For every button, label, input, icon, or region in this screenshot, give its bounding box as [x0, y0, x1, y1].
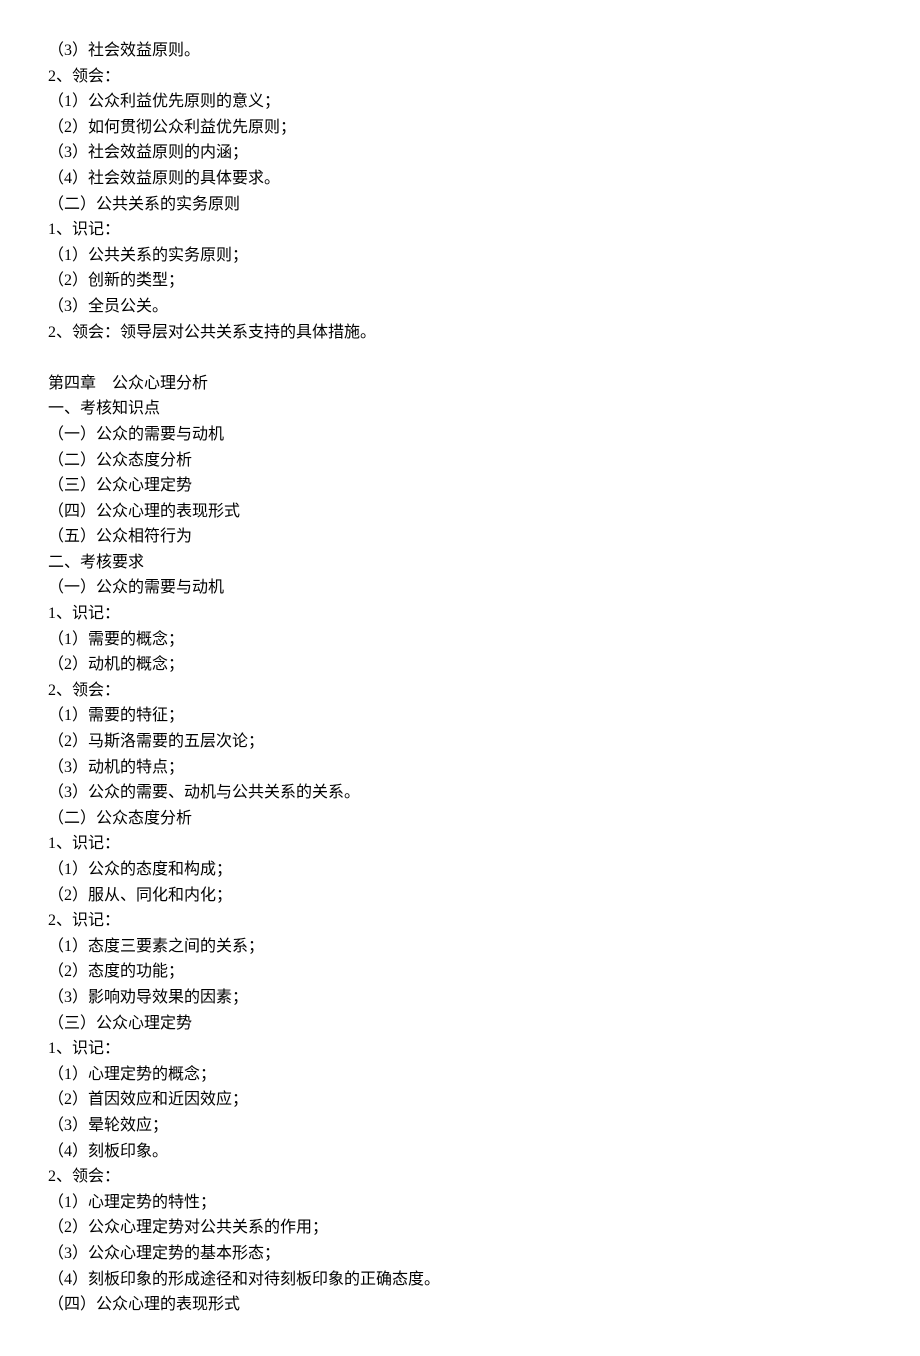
text-line: （3）晕轮效应； — [48, 1113, 872, 1139]
text-line: （2）动机的概念； — [48, 652, 872, 678]
text-line: （三）公众心理定势 — [48, 473, 872, 499]
text-line: （二）公众态度分析 — [48, 806, 872, 832]
text-line: （三）公众心理定势 — [48, 1011, 872, 1037]
text-line: 1、识记： — [48, 1036, 872, 1062]
text-line: （3）动机的特点； — [48, 755, 872, 781]
text-line: （3）公众心理定势的基本形态； — [48, 1241, 872, 1267]
text-line: （4）刻板印象。 — [48, 1139, 872, 1165]
text-line: 二、考核要求 — [48, 550, 872, 576]
text-line: 1、识记： — [48, 831, 872, 857]
text-line: （1）公共关系的实务原则； — [48, 243, 872, 269]
text-line: （3）公众的需要、动机与公共关系的关系。 — [48, 780, 872, 806]
text-line: 一、考核知识点 — [48, 396, 872, 422]
text-line: （二）公共关系的实务原则 — [48, 192, 872, 218]
text-line: （2）公众心理定势对公共关系的作用； — [48, 1215, 872, 1241]
text-line: （3）社会效益原则。 — [48, 38, 872, 64]
text-line: （四）公众心理的表现形式 — [48, 1292, 872, 1318]
text-line: （1）态度三要素之间的关系； — [48, 934, 872, 960]
text-line: （1）心理定势的概念； — [48, 1062, 872, 1088]
text-line: （3）影响劝导效果的因素； — [48, 985, 872, 1011]
text-line: （4）刻板印象的形成途径和对待刻板印象的正确态度。 — [48, 1267, 872, 1293]
text-line: （1）需要的概念； — [48, 627, 872, 653]
text-line: （五）公众相符行为 — [48, 524, 872, 550]
text-line: （二）公众态度分析 — [48, 448, 872, 474]
text-line: 2、领会： — [48, 678, 872, 704]
text-line: （一）公众的需要与动机 — [48, 422, 872, 448]
text-line: （1）公众利益优先原则的意义； — [48, 89, 872, 115]
text-line: （3）全员公关。 — [48, 294, 872, 320]
text-line: （1）心理定势的特性； — [48, 1190, 872, 1216]
text-line: 1、识记： — [48, 217, 872, 243]
text-line: （2）首因效应和近因效应； — [48, 1087, 872, 1113]
text-line: 2、领会： — [48, 64, 872, 90]
text-line: （1）需要的特征； — [48, 703, 872, 729]
text-line: （四）公众心理的表现形式 — [48, 499, 872, 525]
blank-line — [48, 345, 872, 371]
text-line: 1、识记： — [48, 601, 872, 627]
text-line: （一）公众的需要与动机 — [48, 575, 872, 601]
text-line: （2）创新的类型； — [48, 268, 872, 294]
text-line: （2）态度的功能； — [48, 959, 872, 985]
text-line: （2）如何贯彻公众利益优先原则； — [48, 115, 872, 141]
text-line: （1）公众的态度和构成； — [48, 857, 872, 883]
text-line: 2、领会：领导层对公共关系支持的具体措施。 — [48, 320, 872, 346]
text-line: （2）服从、同化和内化； — [48, 883, 872, 909]
document-body: （3）社会效益原则。2、领会：（1）公众利益优先原则的意义；（2）如何贯彻公众利… — [48, 38, 872, 1318]
text-line: （2）马斯洛需要的五层次论； — [48, 729, 872, 755]
text-line: 2、领会： — [48, 1164, 872, 1190]
text-line: （3）社会效益原则的内涵； — [48, 140, 872, 166]
text-line: 第四章 公众心理分析 — [48, 371, 872, 397]
text-line: 2、识记： — [48, 908, 872, 934]
text-line: （4）社会效益原则的具体要求。 — [48, 166, 872, 192]
